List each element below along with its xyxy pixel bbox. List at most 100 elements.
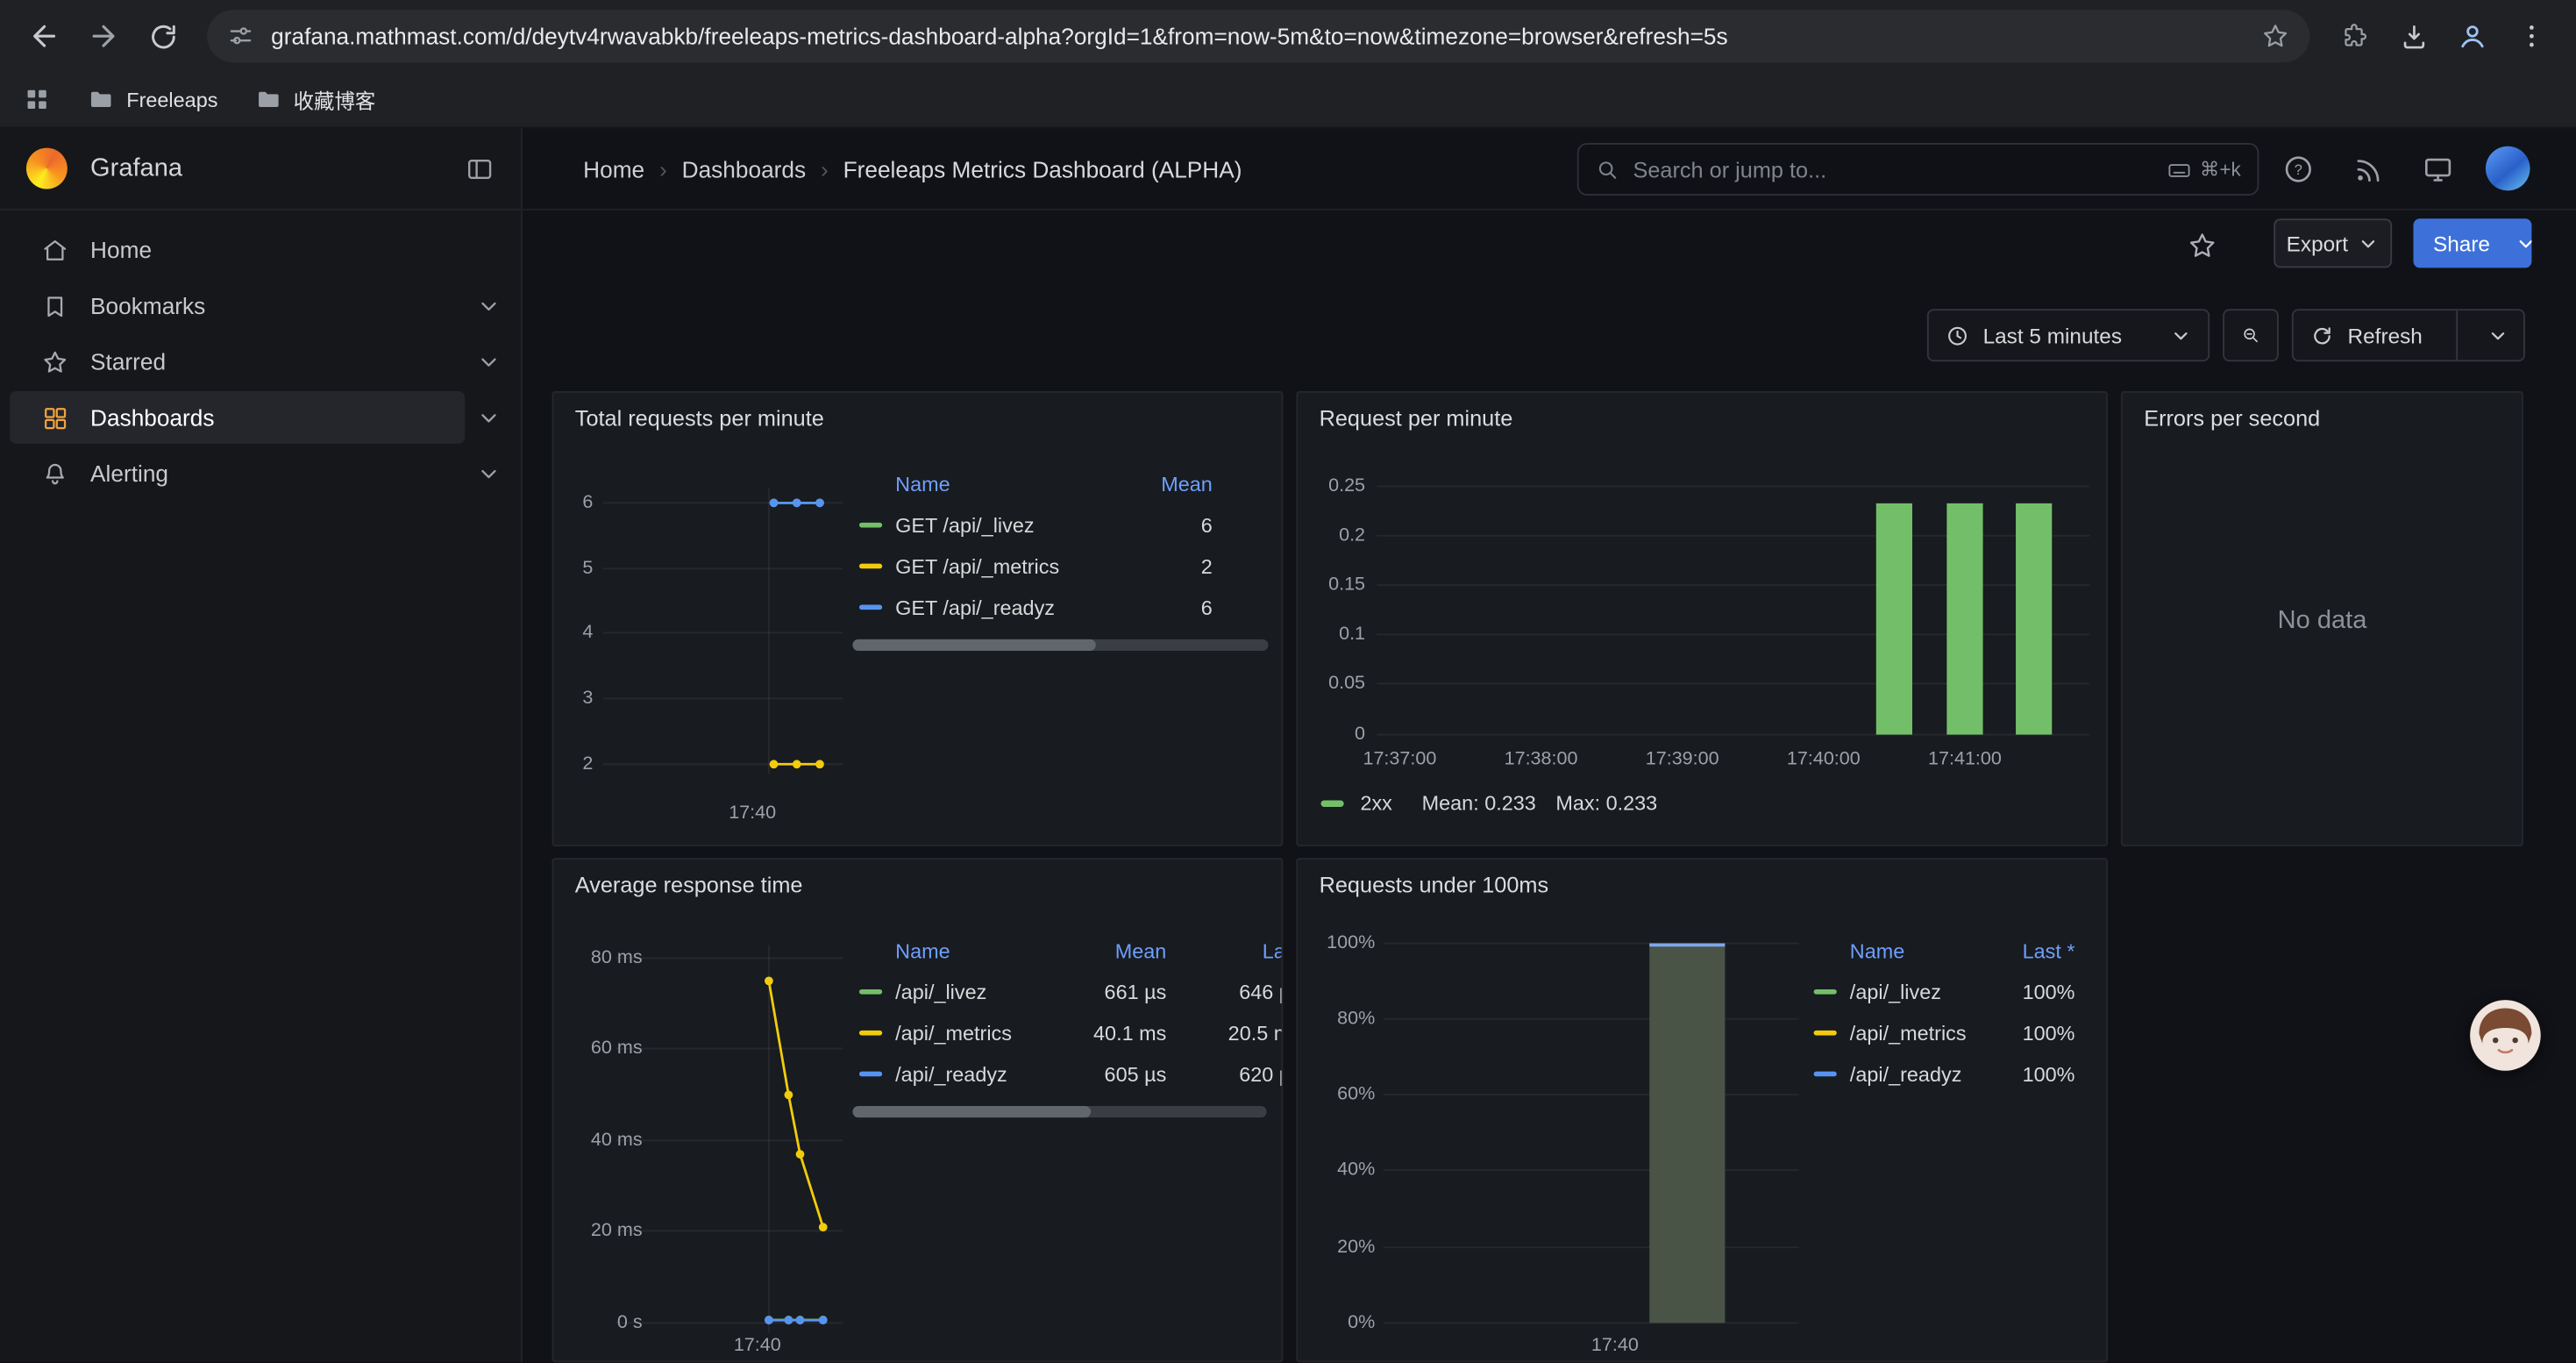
legend-table: Name Mean GET /api/_livez 6 GET /api/_me… [848, 465, 1271, 679]
clock-icon [1945, 323, 1969, 347]
legend-col-name[interactable]: Name [1850, 940, 2000, 963]
legend-col-last[interactable]: Last [1166, 940, 1283, 963]
series-mean: 661 µs [1051, 981, 1166, 1003]
series-name[interactable]: /api/_readyz [1850, 1062, 2000, 1085]
grafana-sidebar: Grafana Home Bookmarks Starred D [0, 128, 523, 1362]
panel-title[interactable]: Errors per second [2144, 406, 2320, 431]
chevron-down-icon[interactable] [476, 293, 501, 318]
grafana-logo[interactable] [26, 148, 68, 189]
search-box[interactable]: ⌘+k [1577, 143, 2259, 196]
series-mean: Mean: 0.233 [1422, 792, 1536, 815]
panel-request-per-minute: Request per minute 0.25 0.2 0.15 0.1 0.0… [1296, 391, 2108, 846]
apps-grid-icon[interactable] [23, 85, 51, 113]
legend-row: /api/_readyz 100% [1814, 1053, 2087, 1095]
forward-button[interactable] [75, 8, 132, 64]
series-name[interactable]: /api/_metrics [1850, 1022, 2000, 1045]
series-name[interactable]: /api/_metrics [895, 1022, 1051, 1045]
export-button[interactable]: Export [2274, 218, 2392, 268]
legend-col-name[interactable]: Name [895, 474, 1136, 496]
refresh-main[interactable]: Refresh [2294, 323, 2439, 347]
series-name[interactable]: GET /api/_livez [895, 514, 1136, 537]
legend-col-name[interactable]: Name [895, 940, 1051, 963]
series-color-dash [859, 563, 882, 569]
breadcrumb-bar: Home › Dashboards › Freeleaps Metrics Da… [523, 128, 2576, 211]
legend-row: /api/_livez 661 µs 646 µs [848, 971, 1284, 1012]
chevron-down-icon[interactable] [476, 405, 501, 430]
sidebar-item-home[interactable]: Home [0, 222, 521, 278]
breadcrumb-dashboards[interactable]: Dashboards [682, 155, 806, 182]
refresh-button[interactable]: Refresh [2292, 309, 2525, 361]
y-tick: 0% [1298, 1311, 1375, 1334]
y-tick: 80% [1298, 1008, 1375, 1031]
y-tick: 0.2 [1298, 525, 1365, 547]
series-name[interactable]: /api/_livez [895, 981, 1051, 1003]
x-tick: 17:40 [715, 1334, 800, 1357]
rss-icon [2352, 153, 2383, 185]
legend-row: GET /api/_livez 6 [848, 504, 1271, 546]
legend-col-mean[interactable]: Mean [1137, 474, 1213, 496]
sidebar-item-starred[interactable]: Starred [0, 333, 521, 389]
legend-row: /api/_metrics 40.1 ms 20.5 ms [848, 1012, 1284, 1053]
share-button[interactable]: Share [2413, 218, 2531, 268]
brand-name: Grafana [90, 153, 182, 183]
y-tick: 80 ms [553, 946, 642, 969]
chevron-down-icon[interactable] [476, 461, 501, 486]
y-tick: 40% [1298, 1159, 1375, 1181]
sidebar-collapse-button[interactable] [465, 153, 495, 183]
y-tick: 0.25 [1298, 475, 1365, 498]
chevron-down-icon[interactable] [476, 349, 501, 374]
legend-col-last[interactable]: Last * [1999, 940, 2074, 963]
zoom-out-button[interactable] [2223, 309, 2279, 361]
extensions-button[interactable] [2326, 8, 2382, 64]
user-avatar[interactable] [2486, 146, 2530, 191]
y-tick: 40 ms [553, 1129, 642, 1152]
share-label: Share [2413, 218, 2506, 268]
scrollbar-thumb[interactable] [852, 1106, 1091, 1117]
legend-header: Name Mean Last [848, 931, 1284, 971]
bookmark-star-icon[interactable] [2260, 21, 2290, 51]
reload-button[interactable] [135, 8, 191, 64]
sidebar-item-dashboards[interactable]: Dashboards [0, 389, 521, 446]
series-name[interactable]: /api/_readyz [895, 1062, 1051, 1085]
series-last: 100% [1999, 1062, 2074, 1085]
site-info-icon[interactable] [227, 22, 255, 50]
bookmark-folder-blogs[interactable]: 收藏博客 [254, 84, 376, 116]
bookmark-folder-freeleaps[interactable]: Freeleaps [87, 85, 217, 113]
series-color-dash [859, 522, 882, 528]
share-menu-button[interactable] [2507, 218, 2532, 268]
help-button[interactable]: ? [2279, 150, 2318, 189]
series-name[interactable]: GET /api/_metrics [895, 554, 1136, 577]
legend-row: GET /api/_metrics 2 [848, 546, 1271, 587]
favorite-dashboard-button[interactable] [2181, 225, 2221, 265]
sidebar-item-alerting[interactable]: Alerting [0, 446, 521, 502]
folder-icon [254, 85, 282, 113]
breadcrumb-home[interactable]: Home [583, 155, 644, 182]
series-name[interactable]: /api/_livez [1850, 981, 2000, 1003]
back-button[interactable] [17, 8, 73, 64]
legend-scrollbar[interactable] [852, 1106, 1266, 1117]
url-text[interactable]: grafana.mathmast.com/d/deytv4rwavabkb/fr… [271, 23, 2244, 49]
time-range-picker[interactable]: Last 5 minutes [1927, 309, 2210, 361]
scrollbar-thumb[interactable] [852, 639, 1095, 651]
search-input[interactable] [1633, 157, 2153, 182]
legend-scrollbar[interactable] [852, 639, 1268, 651]
refresh-interval-button[interactable] [2473, 325, 2521, 346]
news-button[interactable] [2348, 150, 2387, 189]
forward-icon [87, 19, 119, 52]
url-bar[interactable]: grafana.mathmast.com/d/deytv4rwavabkb/fr… [207, 10, 2309, 62]
series-name[interactable]: GET /api/_readyz [895, 596, 1136, 618]
downloads-button[interactable] [2386, 8, 2442, 64]
legend-col-mean[interactable]: Mean [1051, 940, 1166, 963]
browser-menu-button[interactable] [2504, 8, 2560, 64]
x-tick: 17:37:00 [1347, 748, 1452, 771]
tv-mode-button[interactable] [2418, 150, 2458, 189]
legend-table: Name Mean Last /api/_livez 661 µs 646 µs… [848, 931, 1284, 1145]
series-last: 100% [1999, 981, 2074, 1003]
x-tick: 17:39:00 [1630, 748, 1735, 771]
sidebar-item-bookmarks[interactable]: Bookmarks [0, 278, 521, 334]
y-tick: 2 [553, 753, 593, 775]
request-per-minute-chart [1298, 393, 2108, 846]
series-name[interactable]: 2xx [1360, 792, 1391, 815]
browser-profile-button[interactable] [2444, 8, 2501, 64]
assistant-avatar-button[interactable] [2469, 999, 2541, 1071]
